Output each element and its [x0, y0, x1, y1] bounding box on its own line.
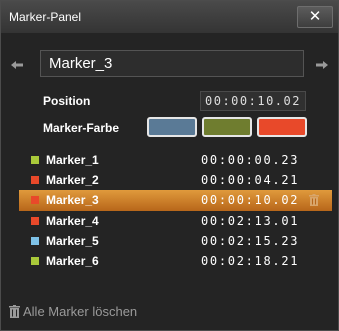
marker-time: 00:02:13.01 — [201, 214, 300, 228]
marker-list: Marker_1 00:00:00.23 Marker_2 00:00:04.2… — [1, 150, 338, 271]
marker-panel: Marker-Panel ✕ Marker_3 Position 00:00:1… — [0, 0, 339, 331]
position-label: Position — [43, 94, 91, 108]
arrow-right-icon[interactable] — [316, 61, 328, 69]
trash-icon[interactable] — [309, 194, 319, 206]
marker-time: 00:00:00.23 — [201, 153, 300, 167]
marker-color-indicator — [31, 237, 39, 245]
position-timecode[interactable]: 00:00:10.02 — [200, 91, 306, 111]
marker-name: Marker_1 — [46, 153, 99, 167]
marker-time: 00:02:18.21 — [201, 254, 300, 268]
marker-color-label: Marker-Farbe — [43, 121, 120, 135]
marker-row-selected[interactable]: Marker_3 00:00:10.02 — [19, 190, 332, 211]
color-swatch-blue[interactable] — [147, 117, 197, 137]
color-swatch-green[interactable] — [202, 117, 252, 137]
clear-all-markers-button[interactable]: Alle Marker löschen — [23, 304, 137, 319]
marker-color-indicator — [31, 196, 39, 204]
marker-time: 00:00:04.21 — [201, 173, 300, 187]
marker-name: Marker_2 — [46, 173, 99, 187]
marker-color-indicator — [31, 257, 39, 265]
panel-title: Marker-Panel — [9, 10, 82, 24]
marker-color-indicator — [31, 176, 39, 184]
marker-row[interactable]: Marker_5 00:02:15.23 — [1, 231, 338, 251]
marker-row[interactable]: Marker_2 00:00:04.21 — [1, 170, 338, 190]
marker-row[interactable]: Marker_4 00:02:13.01 — [1, 211, 338, 231]
marker-time: 00:02:15.23 — [201, 234, 300, 248]
marker-row[interactable]: Marker_6 00:02:18.21 — [1, 251, 338, 271]
marker-color-indicator — [31, 217, 39, 225]
marker-name: Marker_4 — [46, 214, 99, 228]
marker-name: Marker_3 — [46, 193, 99, 207]
marker-row[interactable]: Marker_1 00:00:00.23 — [1, 150, 338, 170]
marker-name: Marker_5 — [46, 234, 99, 248]
close-button[interactable]: ✕ — [297, 6, 333, 28]
marker-name: Marker_6 — [46, 254, 99, 268]
marker-color-indicator — [31, 156, 39, 164]
marker-select[interactable]: Marker_3 — [40, 50, 304, 77]
marker-time: 00:00:10.02 — [201, 193, 300, 207]
trash-icon[interactable] — [9, 305, 20, 318]
title-bar: Marker-Panel ✕ — [1, 1, 338, 33]
arrow-left-icon[interactable] — [11, 61, 23, 69]
color-swatch-red[interactable] — [257, 117, 307, 137]
